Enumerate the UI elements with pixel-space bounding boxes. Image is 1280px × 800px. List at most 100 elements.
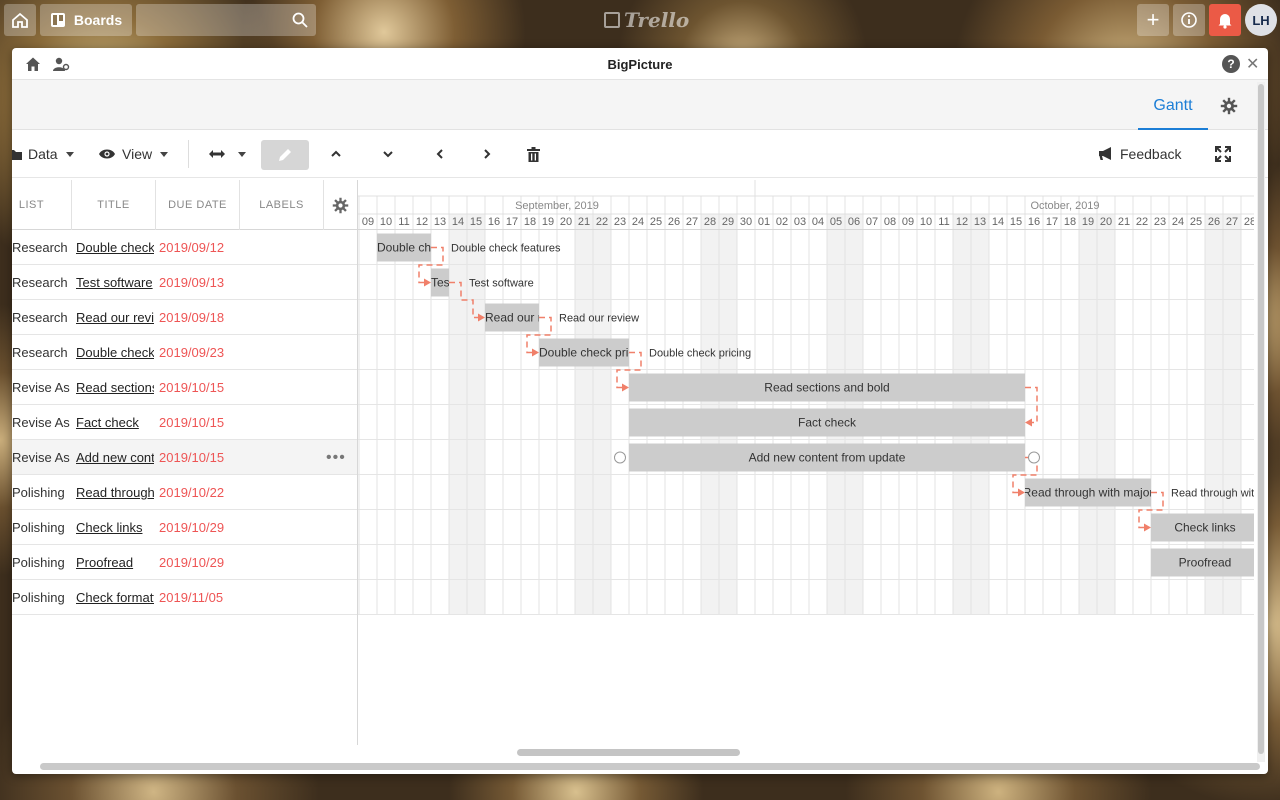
task-bar-outside-label: Read our review <box>559 313 639 325</box>
info-button[interactable] <box>1173 4 1205 36</box>
day-label: 10 <box>920 216 932 228</box>
task-grid-header: LIST TITLE DUE DATE LABELS <box>12 180 357 230</box>
tab-gantt[interactable]: Gantt <box>1138 80 1208 130</box>
table-row[interactable]: Polishing Check formatting 2019/11/05 <box>12 580 357 615</box>
table-row[interactable]: Research Double check pricing 2019/09/23 <box>12 335 357 370</box>
table-row[interactable]: Polishing Check links 2019/10/29 <box>12 510 357 545</box>
notifications-button[interactable] <box>1209 4 1241 36</box>
data-menu-label: Data <box>28 146 58 162</box>
view-menu-button[interactable]: View <box>98 130 169 178</box>
timeline-horizontal-scrollbar[interactable] <box>517 749 740 756</box>
window-horizontal-scrollbar[interactable] <box>40 763 1260 770</box>
col-header-due-date[interactable]: DUE DATE <box>156 180 240 230</box>
cell-list: Polishing <box>12 520 65 535</box>
chevron-down-icon <box>65 151 74 157</box>
task-bar-label: Add new content from update <box>749 451 906 465</box>
cell-title-link[interactable]: Double check features <box>76 230 154 265</box>
table-row[interactable]: Revise Assignment Fact check 2019/10/15 <box>12 405 357 440</box>
home-button[interactable] <box>4 4 36 36</box>
cell-due-date: 2019/09/18 <box>159 310 225 325</box>
megaphone-icon <box>1099 147 1111 160</box>
day-label: 17 <box>1046 216 1058 228</box>
trello-logo[interactable]: Trello <box>604 8 689 32</box>
table-row[interactable]: Research Double check features 2019/09/1… <box>12 230 357 265</box>
module-tabs: Gantt <box>12 80 1268 130</box>
col-header-list[interactable]: LIST <box>12 180 72 230</box>
delete-button[interactable] <box>527 130 540 178</box>
plus-icon: + <box>1146 7 1160 32</box>
chevron-down-icon <box>160 151 169 157</box>
feedback-button[interactable]: Feedback <box>1098 130 1181 178</box>
search-input[interactable] <box>136 4 316 36</box>
chevron-up-icon <box>331 150 341 157</box>
cell-title-link[interactable]: Double check pricing <box>76 335 154 370</box>
day-label: 09 <box>902 216 914 228</box>
day-label: 20 <box>1100 216 1112 228</box>
table-row[interactable]: Polishing Proofread 2019/10/29 <box>12 545 357 580</box>
day-label: 07 <box>866 216 878 228</box>
col-header-title[interactable]: TITLE <box>72 180 156 230</box>
search-icon <box>292 12 308 28</box>
close-icon[interactable]: ✕ <box>1246 54 1264 73</box>
data-menu-button[interactable]: Data <box>12 130 74 178</box>
boards-button[interactable]: Boards <box>40 4 132 36</box>
gear-icon[interactable] <box>332 197 349 214</box>
day-label: 18 <box>1064 216 1076 228</box>
table-row[interactable]: Research Read our review 2019/09/18 <box>12 300 357 335</box>
cell-list: Revise Assignment <box>12 415 70 430</box>
table-row[interactable]: Research Test software 2019/09/13 <box>12 265 357 300</box>
cell-title-link[interactable]: Check links <box>76 510 154 545</box>
cell-title-link[interactable]: Read our review <box>76 300 154 335</box>
cell-title-link[interactable]: Read sections and bold <box>76 370 154 405</box>
row-more-button[interactable]: ••• <box>326 450 346 466</box>
fullscreen-button[interactable] <box>1215 130 1231 178</box>
gantt-timeline[interactable]: September, 2019 October, 2019 09 10 11 12 13 14… <box>358 180 1254 745</box>
link-handle-start[interactable] <box>614 451 626 464</box>
create-button[interactable]: + <box>1137 4 1169 36</box>
table-row[interactable]: Revise Assignment Add new content from u… <box>12 440 357 475</box>
day-label: 19 <box>1082 216 1094 228</box>
cell-title-link[interactable]: Proofread <box>76 545 154 580</box>
cell-title-link[interactable]: Fact check <box>76 405 154 440</box>
gantt-chart[interactable]: September, 2019 October, 2019 09 10 11 12 13 14… <box>358 180 1254 745</box>
cell-due-date: 2019/10/22 <box>159 485 225 500</box>
day-label: 11 <box>938 216 949 228</box>
cell-list: Polishing <box>12 590 65 605</box>
day-label: 20 <box>560 216 572 228</box>
trash-icon <box>527 146 540 162</box>
cell-title-link[interactable]: Test software <box>76 265 154 300</box>
indent-button[interactable] <box>483 130 491 178</box>
edit-button[interactable] <box>261 140 309 170</box>
day-label: 22 <box>596 216 608 228</box>
cell-title-link[interactable]: Add new content from update <box>76 440 154 475</box>
move-up-button[interactable] <box>330 130 342 178</box>
task-bar-outside-label: Double check features <box>451 243 561 255</box>
avatar[interactable]: LH <box>1245 4 1277 36</box>
outdent-button[interactable] <box>436 130 444 178</box>
weekend-column <box>593 214 611 615</box>
task-bar-outside-label: Test software <box>469 278 534 290</box>
day-label: 04 <box>812 216 824 228</box>
trello-logo-text: Trello <box>624 8 690 32</box>
col-header-labels[interactable]: LABELS <box>240 180 324 230</box>
gear-icon[interactable] <box>1220 97 1238 115</box>
move-down-button[interactable] <box>382 130 394 178</box>
day-label: 16 <box>488 216 500 228</box>
table-row[interactable]: Revise Assignment Read sections and bold… <box>12 370 357 405</box>
scale-menu-button[interactable] <box>208 130 246 178</box>
cell-title-link[interactable]: Read through with major <box>76 475 154 510</box>
day-label: 01 <box>758 216 770 228</box>
day-label: 15 <box>470 216 482 228</box>
cell-title-link[interactable]: Check formatting <box>76 580 154 615</box>
cell-due-date: 2019/10/29 <box>159 520 225 535</box>
task-bar-label: Proofread <box>1179 556 1232 570</box>
table-row[interactable]: Polishing Read through with major 2019/1… <box>12 475 357 510</box>
cell-due-date: 2019/10/15 <box>159 415 225 430</box>
day-label: 17 <box>506 216 518 228</box>
vertical-scrollbar[interactable] <box>1258 84 1264 754</box>
help-icon[interactable]: ? <box>1222 55 1240 73</box>
cell-list: Research <box>12 240 68 255</box>
chevron-left-icon <box>436 149 443 159</box>
day-label: 23 <box>1154 216 1166 228</box>
link-handle-end[interactable] <box>1028 451 1040 464</box>
